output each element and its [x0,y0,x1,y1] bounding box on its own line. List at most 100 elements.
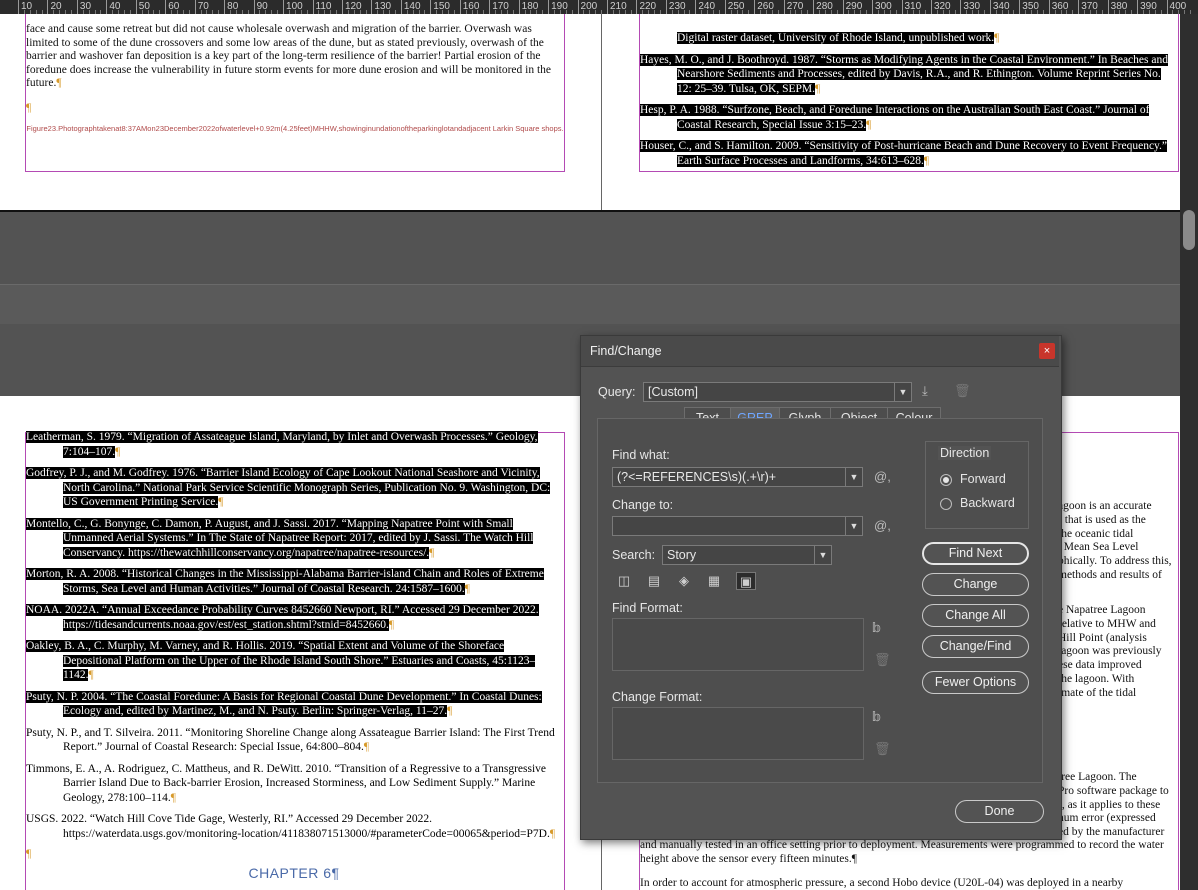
scrollbar-thumb[interactable] [1183,210,1195,250]
reference-text: Leatherman, S. 1979. “Migration of Assat… [26,431,538,458]
pilcrow-mark: ¶ [88,669,94,681]
change-to-field[interactable]: ▼ [612,516,863,536]
change-format-box[interactable] [612,707,864,760]
reference-entry[interactable]: Hayes, M. O., and J. Boothroyd. 1987. “S… [640,53,1176,97]
find-what-field[interactable]: (?<=REFERENCES\s)(.+\r)+ ▼ [612,467,863,487]
reference-text: Godfrey, P. J., and M. Godfrey. 1976. “B… [26,467,551,508]
reference-text: Digital raster dataset, University of Rh… [677,32,995,44]
body-paragraph: face and cause some retreat but did not … [26,23,552,89]
change-button[interactable]: Change [922,573,1029,596]
done-button[interactable]: Done [955,800,1044,823]
forward-label[interactable]: Forward [960,472,1006,486]
backward-label[interactable]: Backward [960,496,1015,510]
pilcrow-mark: ¶ [26,102,32,114]
find-next-button[interactable]: Find Next [922,542,1029,565]
search-label: Search: [612,548,656,562]
reference-text: Oakley, B. A., C. Murphy, M. Varney, and… [26,640,536,681]
fewer-options-button[interactable]: Fewer Options [922,671,1029,694]
pilcrow-mark: ¶ [447,705,453,717]
include-master-pages-icon[interactable]: ▦ [704,572,724,590]
text-line: ) that is used as the [1058,513,1146,526]
reference-entry[interactable]: NOAA. 2022A. “Annual Exceedance Probabil… [26,603,562,632]
change-format-label: Change Format: [612,690,703,704]
pilcrow-mark: ¶ [549,827,556,840]
include-locked-layers-icon[interactable]: ◫ [614,572,634,590]
figure-caption: Figure23.Photographtakenat8:37AMon23Dece… [26,124,564,133]
references-list: Digital raster dataset, University of Rh… [640,31,1176,175]
special-characters-icon[interactable]: @, [874,519,891,533]
reference-entry[interactable]: Oakley, B. A., C. Murphy, M. Varney, and… [26,639,562,683]
clear-format-icon[interactable]: 🗑 [874,742,891,756]
ruler-tick: 110 [312,0,331,14]
horizontal-ruler[interactable]: 10 20 30 40 50 60 70 80 90 100 110 120 130 140 150 160 1… [0,0,1198,14]
reference-entry[interactable]: Hesp, P. A. 1988. “Surfzone, Beach, and … [640,103,1176,132]
text-line: tree Lagoon. The [1058,771,1137,783]
pilcrow-mark: ¶ [923,154,930,167]
text-line: e Napatree Lagoon [1058,604,1146,616]
text-line: Hill Point (analysis [1058,631,1147,644]
body-text-fragment: e Napatree Lagoon relative to MHW and Hill… [1058,604,1178,701]
page-top-left: face and cause some retreat but did not … [0,14,601,210]
pilcrow-mark: ¶ [218,496,224,508]
reference-entry[interactable]: Psuty, N. P. 2004. “The Coastal Foredune… [26,690,562,719]
find-what-value: (?<=REFERENCES\s)(.+\r)+ [617,470,777,484]
chevron-down-icon: ▼ [845,468,862,486]
forward-radio[interactable] [940,474,952,486]
text-line: ed by the manufacturer [1058,826,1165,839]
save-query-icon[interactable]: ⤓ [922,384,928,398]
delete-query-icon[interactable]: 🗑 [954,384,971,398]
reference-entry[interactable]: Digital raster dataset, University of Rh… [640,31,1176,46]
vertical-scrollbar[interactable] [1180,14,1198,890]
find-format-box[interactable] [612,618,864,671]
text-line: methods and results of [1058,568,1162,581]
chevron-down-icon: ▼ [845,517,862,535]
search-scope-dropdown[interactable]: Story ▼ [662,545,832,565]
include-locked-stories-icon[interactable]: ▤ [644,572,664,590]
page-bottom-left: Leatherman, S. 1979. “Migration of Assat… [0,396,601,890]
text-line: , Mean Sea Level [1058,541,1139,554]
query-dropdown[interactable]: [Custom] ▼ [643,382,912,402]
query-label: Query: [598,385,636,399]
reference-entry[interactable]: Timmons, E. A., A. Rodriguez, C. Mattheu… [26,762,562,806]
include-hidden-layers-icon[interactable]: ◈ [674,572,694,590]
body-text-fragment: agoon is an accurate) that is used as th… [1058,500,1178,583]
change-all-button[interactable]: Change All [922,604,1029,627]
dialog-title: Find/Change [590,344,662,358]
reference-text: USGS. 2022. “Watch Hill Cove Tide Gage, … [26,813,550,840]
body-text-fragment: tree Lagoon. The Pro software package to)… [1058,771,1178,840]
text-line: ese data improved [1058,659,1142,672]
reference-entry[interactable]: USGS. 2022. “Watch Hill Cove Tide Gage, … [26,812,562,841]
pilcrow-mark: ¶ [115,445,121,458]
backward-radio[interactable] [940,498,952,510]
reference-text: NOAA. 2022A. “Annual Exceedance Probabil… [26,604,539,631]
pilcrow-mark: ¶ [866,118,872,131]
reference-entry[interactable]: Montello, C., G. Bonynge, C. Damon, P. A… [26,517,562,561]
reference-entry[interactable]: Leatherman, S. 1979. “Migration of Assat… [26,430,562,459]
reference-text: Timmons, E. A., A. Rodriguez, C. Mattheu… [26,762,546,804]
specify-format-icon[interactable]: 𝕓 [872,621,881,635]
clear-format-icon[interactable]: 🗑 [874,653,891,667]
body-paragraph: In order to account for atmospheric pres… [640,877,1124,889]
query-value: [Custom] [648,385,699,399]
body-paragraph: and manually tested in an office setting… [640,839,1164,865]
reference-entry[interactable]: Godfrey, P. J., and M. Godfrey. 1976. “B… [26,466,562,510]
reference-entry[interactable]: Morton, R. A. 2008. “Historical Changes … [26,567,562,596]
reference-text: Psuty, N. P., and T. Silveira. 2011. “Mo… [26,726,555,754]
text-line: imate of the tidal [1058,686,1137,699]
chapter-heading: CHAPTER 6¶ [248,865,340,881]
include-footnotes-icon[interactable]: ▣ [736,572,756,590]
special-characters-icon[interactable]: @, [874,470,891,484]
references-list: Leatherman, S. 1979. “Migration of Assat… [26,430,562,848]
page-top-right: Digital raster dataset, University of Rh… [602,14,1180,210]
pilcrow-mark: ¶ [815,82,821,95]
reference-entry[interactable]: Houser, C., and S. Hamilton. 2009. “Sens… [640,139,1176,168]
reference-text: Psuty, N. P. 2004. “The Coastal Foredune… [26,690,542,717]
pilcrow-mark: ¶ [170,791,176,804]
reference-entry[interactable]: Psuty, N. P., and T. Silveira. 2011. “Mo… [26,726,562,755]
search-scope-value: Story [667,548,697,562]
change-find-button[interactable]: Change/Find [922,635,1029,658]
dialog-titlebar[interactable]: Find/Change × [581,336,1059,367]
close-icon[interactable]: × [1039,343,1055,359]
reference-text: Hesp, P. A. 1988. “Surfzone, Beach, and … [640,104,1150,131]
specify-format-icon[interactable]: 𝕓 [872,710,881,724]
